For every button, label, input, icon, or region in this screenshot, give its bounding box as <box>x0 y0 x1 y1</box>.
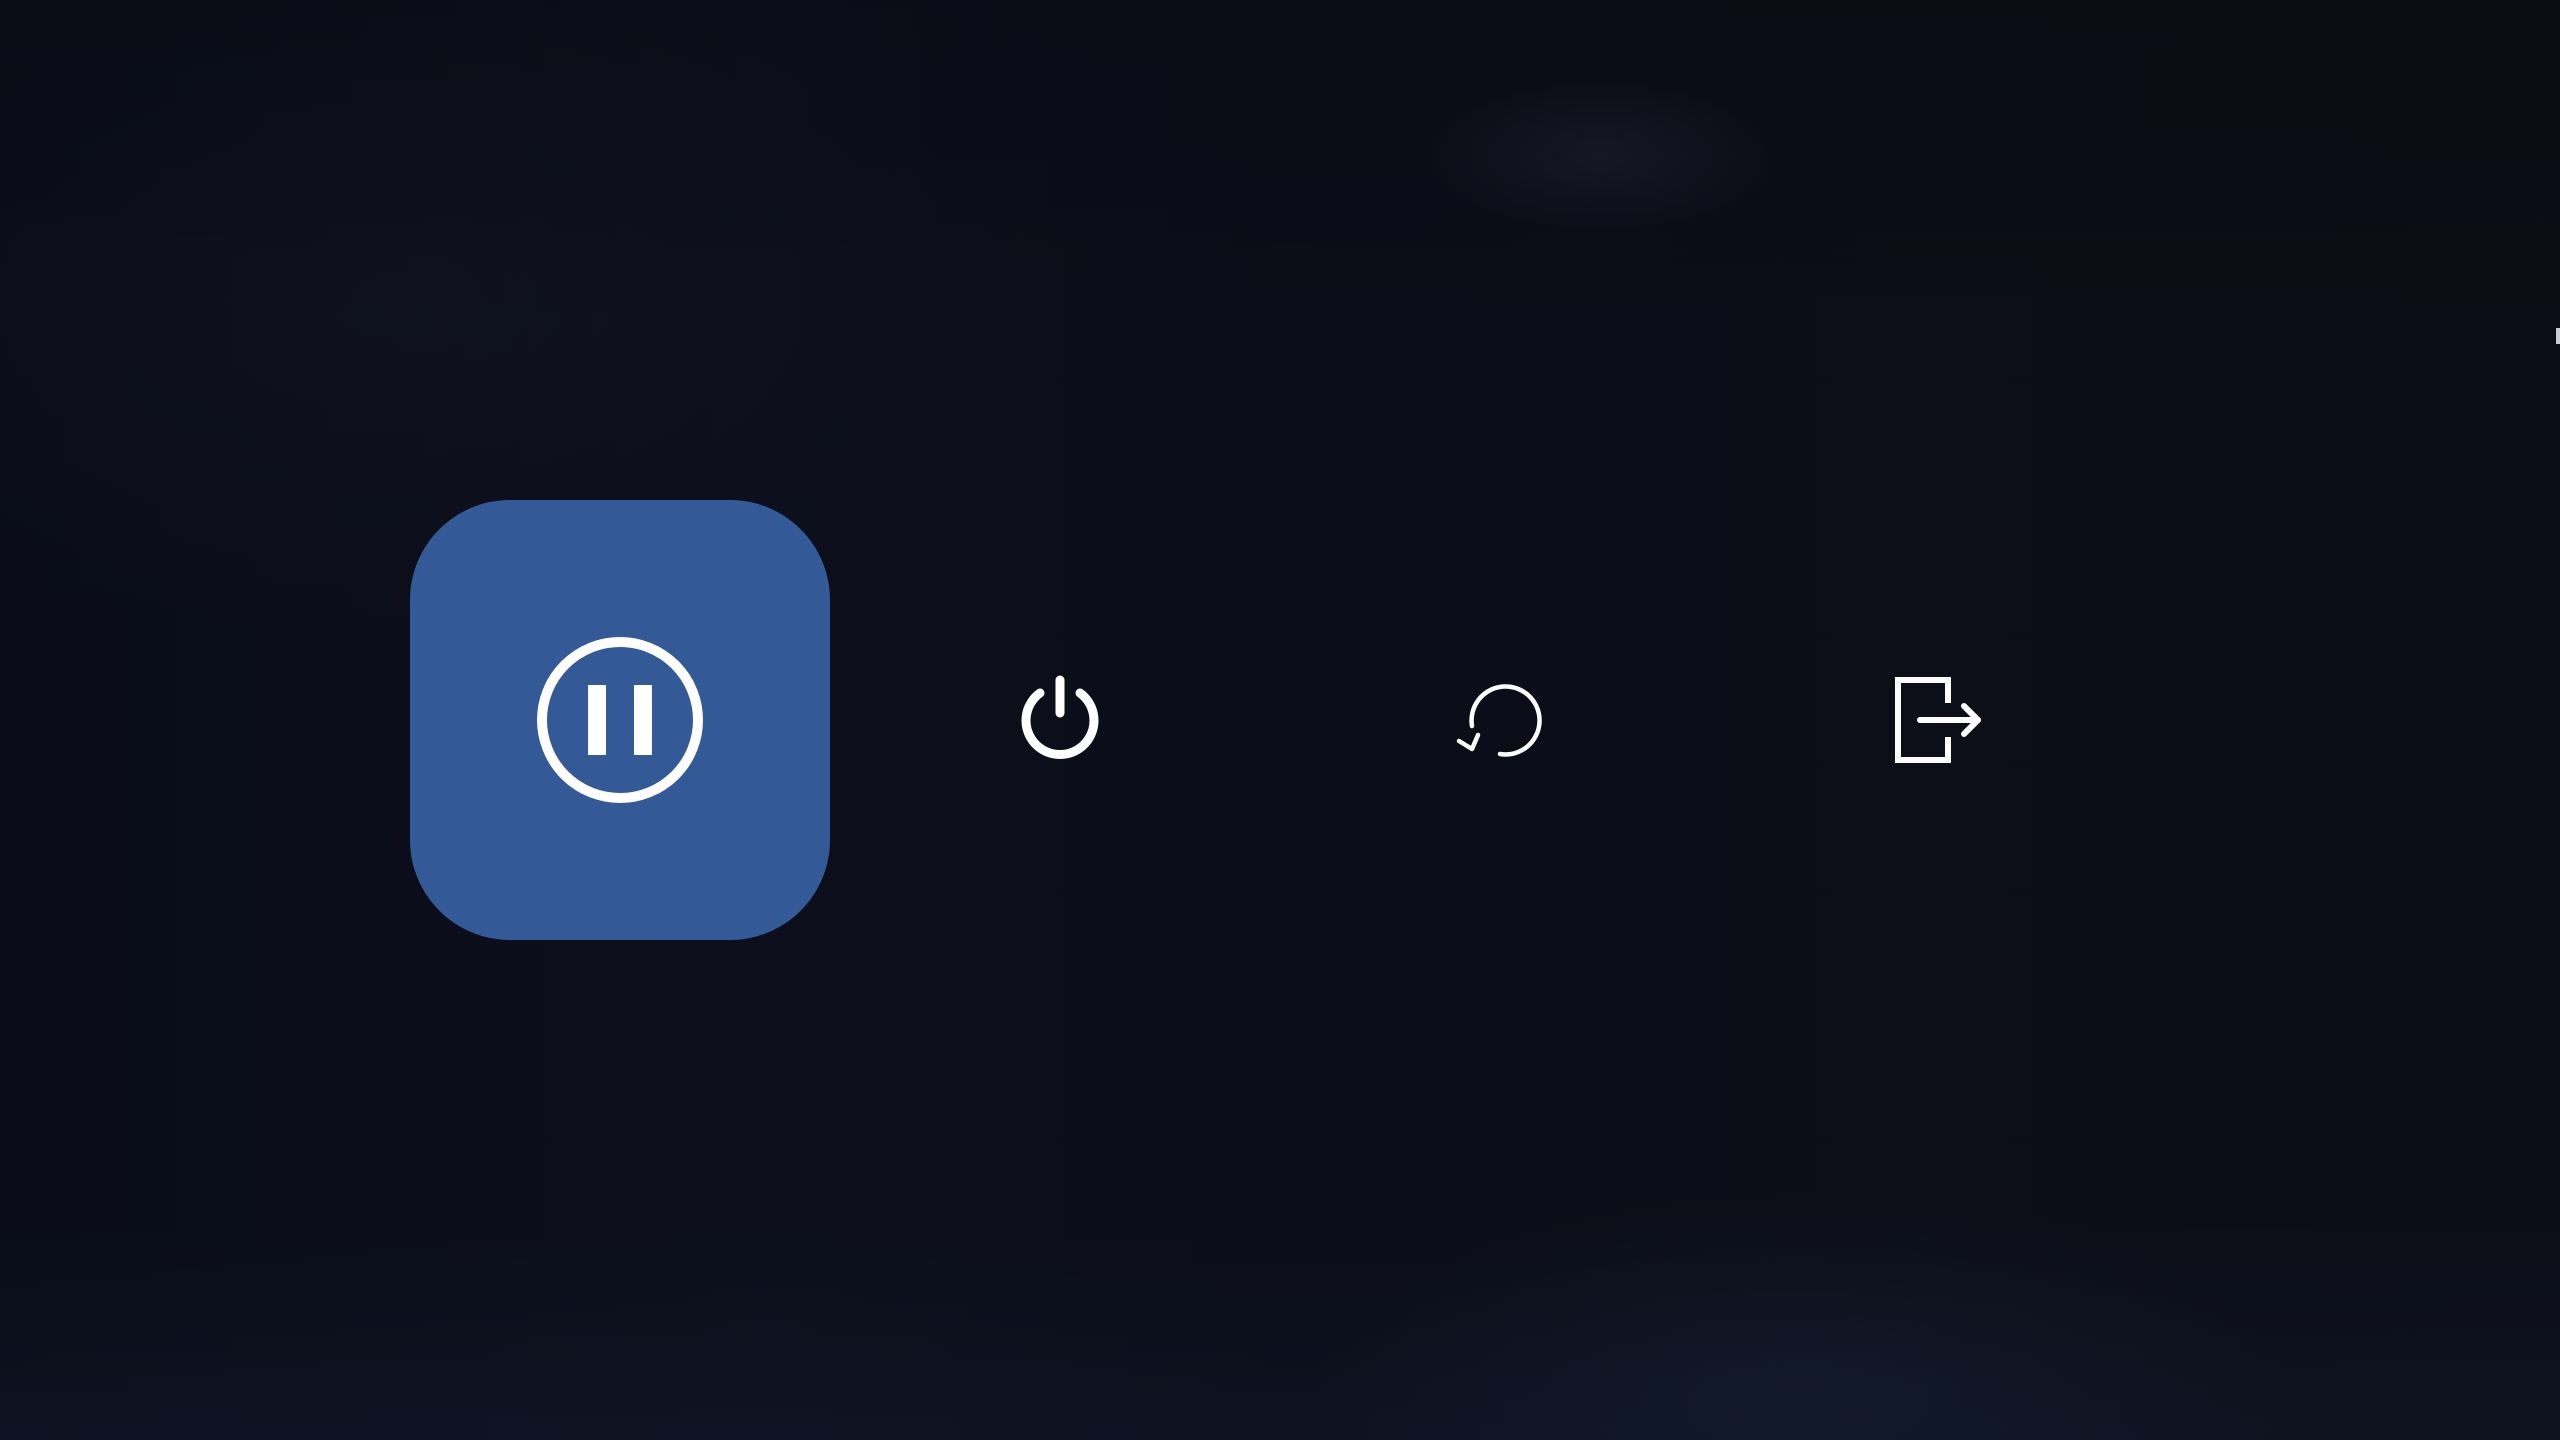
restart-icon <box>1454 677 1546 763</box>
power-menu <box>410 500 2100 940</box>
logout-icon <box>1892 675 1988 765</box>
pause-circle-icon <box>536 636 704 804</box>
power-icon <box>1018 675 1102 765</box>
logout-button[interactable] <box>1730 500 2150 940</box>
suspend-button[interactable] <box>410 500 830 940</box>
shutdown-button[interactable] <box>850 500 1270 940</box>
restart-button[interactable] <box>1290 500 1710 940</box>
edge-indicator <box>2556 328 2560 344</box>
